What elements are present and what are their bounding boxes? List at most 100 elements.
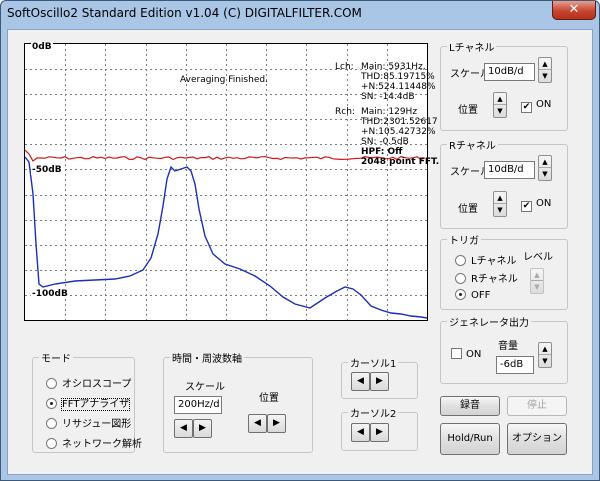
- radio-icon: [455, 273, 466, 284]
- rch-on-checkbox[interactable]: ✔ ON: [521, 198, 551, 212]
- rch-stats-label: Rch:: [335, 107, 355, 117]
- cursor2-left-button[interactable]: ◀: [351, 423, 370, 442]
- lch-on-label: ON: [536, 99, 552, 110]
- generator-volume-value: -6dB: [496, 356, 534, 374]
- trigger-rch-radio[interactable]: Rチャネル: [455, 270, 518, 285]
- stop-button[interactable]: 停止: [507, 396, 567, 416]
- lch-on-checkbox[interactable]: ✔ ON: [521, 99, 551, 113]
- trigger-off-radio[interactable]: OFF: [455, 289, 490, 301]
- trigger-group-title: トリガ: [449, 236, 479, 247]
- lch-position-down-icon[interactable]: ▼: [494, 105, 506, 117]
- rch-sn: SN: -0.5dB: [361, 137, 409, 147]
- checkbox-icon: [451, 348, 462, 359]
- rch-position-spinner[interactable]: ▲ ▼: [493, 191, 507, 217]
- cursor1-group-title: カーソル1: [350, 359, 397, 370]
- minus50-db-label: -50dB: [31, 165, 63, 175]
- options-button[interactable]: オプション: [507, 423, 567, 455]
- rch-group-title: Rチャネル: [449, 141, 496, 152]
- rch-main: Main: 129Hz: [361, 107, 418, 117]
- time-axis-group-title: 時間・周波数軸: [172, 354, 242, 365]
- rch-position-label: 位置: [458, 204, 478, 215]
- hold-run-button[interactable]: Hold/Run: [440, 423, 500, 455]
- time-scale-value: 200Hz/d: [174, 396, 222, 414]
- generator-on-checkbox[interactable]: ON: [451, 348, 481, 360]
- time-scale-buttons: ◀ ▶: [174, 419, 212, 439]
- trigger-level-label: レベル: [523, 252, 553, 263]
- trigger-level-up-icon[interactable]: ▲: [531, 269, 543, 281]
- trigger-off-label: OFF: [471, 290, 491, 301]
- time-position-right-button[interactable]: ▶: [267, 414, 286, 433]
- title-bar[interactable]: SoftOscillo2 Standard Edition v1.04 (C) …: [1, 1, 599, 29]
- generator-on-label: ON: [466, 349, 482, 360]
- radio-selected-icon: [46, 398, 57, 409]
- rch-position-up-icon[interactable]: ▲: [494, 192, 506, 204]
- generator-volume-up-icon[interactable]: ▲: [539, 343, 551, 355]
- client-area: 0dB -50dB -100dB Averaging Finished. Lch…: [7, 29, 593, 475]
- radio-icon: [46, 378, 57, 389]
- mode-network-label: ネットワーク解析: [62, 439, 142, 450]
- trigger-level-spinner[interactable]: ▲ ▼: [530, 268, 544, 294]
- cursor1-right-button[interactable]: ▶: [370, 372, 389, 391]
- trigger-rch-label: Rチャネル: [471, 274, 518, 285]
- cursor1-left-button[interactable]: ◀: [351, 372, 370, 391]
- record-button[interactable]: 録音: [440, 396, 500, 416]
- time-position-label: 位置: [259, 393, 279, 404]
- lch-scale-value: 10dB/d: [484, 63, 535, 81]
- trigger-lch-radio[interactable]: Lチャネル: [455, 252, 516, 267]
- radio-selected-icon: [455, 289, 466, 300]
- scope-display: 0dB -50dB -100dB Averaging Finished. Lch…: [24, 42, 439, 321]
- rch-on-label: ON: [536, 198, 552, 209]
- time-position-buttons: ◀ ▶: [248, 414, 286, 434]
- lch-sn: SN: -14.4dB: [361, 92, 415, 102]
- hpf-status: HPF: Off: [361, 147, 403, 157]
- lch-thdn: +N:524.11448%: [361, 82, 436, 92]
- zero-db-label: 0dB: [31, 42, 53, 52]
- mode-group-title: モード: [41, 354, 71, 365]
- radio-icon: [455, 255, 466, 266]
- check-mark-icon: ✔: [521, 201, 532, 212]
- close-button[interactable]: ✕: [552, 1, 596, 20]
- lch-scale-down-icon[interactable]: ▼: [539, 70, 551, 82]
- mode-lissajous-radio[interactable]: リサジュー図形: [46, 415, 131, 430]
- minus100-db-label: -100dB: [31, 289, 69, 299]
- rch-scale-value: 10dB/d: [484, 161, 535, 179]
- lch-position-label: 位置: [458, 105, 478, 116]
- mode-oscilloscope-label: オシロスコープ: [62, 379, 132, 390]
- mode-lissajous-label: リサジュー図形: [62, 419, 132, 430]
- time-scale-right-button[interactable]: ▶: [193, 419, 212, 438]
- radio-icon: [46, 418, 57, 429]
- trigger-level-down-icon[interactable]: ▼: [531, 281, 543, 293]
- radio-icon: [46, 438, 57, 449]
- lch-position-spinner[interactable]: ▲ ▼: [493, 92, 507, 118]
- generator-group-title: ジェネレータ出力: [449, 318, 529, 329]
- lch-scale-up-icon[interactable]: ▲: [539, 58, 551, 70]
- window-title: SoftOscillo2 Standard Edition v1.04 (C) …: [7, 6, 362, 20]
- status-text: Averaging Finished.: [180, 75, 268, 85]
- lch-scale-spinner[interactable]: ▲ ▼: [538, 57, 552, 83]
- rch-scale-up-icon[interactable]: ▲: [539, 156, 551, 168]
- rch-position-down-icon[interactable]: ▼: [494, 204, 506, 216]
- rch-scale-spinner[interactable]: ▲ ▼: [538, 155, 552, 181]
- cursor2-buttons: ◀ ▶: [351, 423, 389, 443]
- app-window: SoftOscillo2 Standard Edition v1.04 (C) …: [0, 0, 600, 481]
- cursor2-group-title: カーソル2: [350, 409, 397, 420]
- rch-thd: THD:2301.52617: [361, 117, 438, 127]
- cursor2-right-button[interactable]: ▶: [370, 423, 389, 442]
- time-position-left-button[interactable]: ◀: [248, 414, 267, 433]
- generator-volume-down-icon[interactable]: ▼: [539, 355, 551, 367]
- lch-thd: THD:85.19715%: [361, 72, 435, 82]
- mode-oscilloscope-radio[interactable]: オシロスコープ: [46, 375, 131, 390]
- lch-position-up-icon[interactable]: ▲: [494, 93, 506, 105]
- lch-group-title: Lチャネル: [449, 43, 495, 54]
- lch-main: Main: 5931Hz,: [361, 62, 426, 72]
- mode-fft-radio[interactable]: FFTアナライザ: [46, 395, 131, 411]
- mode-network-radio[interactable]: ネットワーク解析: [46, 435, 142, 450]
- time-scale-left-button[interactable]: ◀: [174, 419, 193, 438]
- time-scale-label: スケール: [185, 382, 225, 393]
- mode-fft-label: FFTアナライザ: [60, 398, 131, 411]
- lch-stats-label: Lch:: [335, 62, 354, 72]
- trigger-lch-label: Lチャネル: [471, 256, 517, 267]
- rch-scale-down-icon[interactable]: ▼: [539, 168, 551, 180]
- check-mark-icon: ✔: [521, 102, 532, 113]
- generator-volume-spinner[interactable]: ▲ ▼: [538, 342, 552, 368]
